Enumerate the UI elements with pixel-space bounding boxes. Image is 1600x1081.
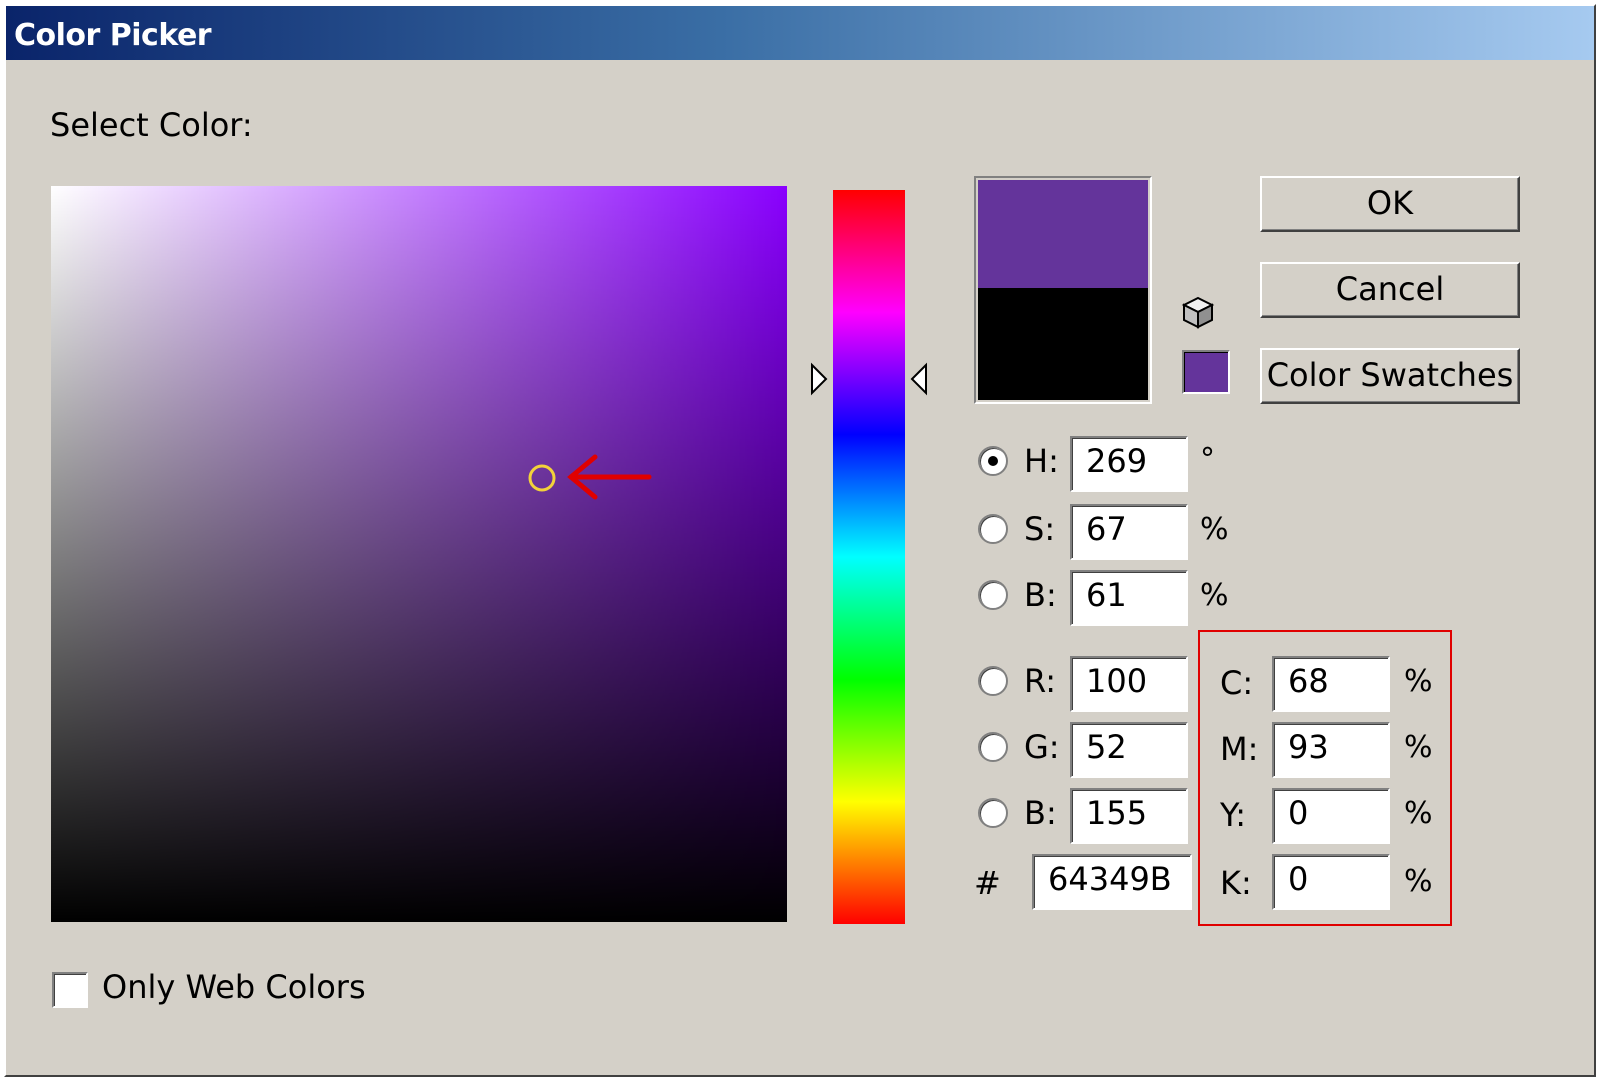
blue-input[interactable]: 155: [1070, 788, 1188, 844]
saturation-radio[interactable]: [978, 514, 1008, 544]
saturation-unit: %: [1200, 512, 1229, 547]
hue-slider[interactable]: [833, 190, 905, 924]
new-color-swatch: [978, 180, 1148, 288]
saturation-brightness-field[interactable]: [51, 186, 787, 922]
yellow-input[interactable]: 0: [1272, 788, 1390, 844]
magenta-unit: %: [1404, 730, 1433, 765]
blue-label: B:: [1024, 794, 1057, 832]
previous-color-swatch[interactable]: [978, 288, 1148, 400]
blue-radio[interactable]: [978, 798, 1008, 828]
cyan-input[interactable]: 68: [1272, 656, 1390, 712]
ok-button[interactable]: OK: [1260, 176, 1520, 232]
color-swatches-button[interactable]: Color Swatches: [1260, 348, 1520, 404]
brightness-radio[interactable]: [978, 580, 1008, 610]
hex-label: #: [974, 864, 1001, 902]
saturation-input[interactable]: 67: [1070, 504, 1188, 560]
only-web-colors-checkbox[interactable]: [52, 972, 88, 1008]
red-radio[interactable]: [978, 666, 1008, 696]
yellow-unit: %: [1404, 796, 1433, 831]
select-color-label: Select Color:: [50, 106, 253, 144]
annotation-arrow-icon: [567, 454, 652, 500]
hue-unit: °: [1200, 442, 1215, 477]
cyan-unit: %: [1404, 664, 1433, 699]
hue-radio[interactable]: [978, 446, 1008, 476]
red-input[interactable]: 100: [1070, 656, 1188, 712]
green-label: G:: [1024, 728, 1060, 766]
yellow-label: Y:: [1220, 796, 1247, 834]
hue-input[interactable]: 269: [1070, 436, 1188, 492]
out-of-gamut-cube-icon[interactable]: [1180, 296, 1216, 330]
hue-label: H:: [1024, 442, 1059, 480]
hex-input[interactable]: 64349B: [1032, 854, 1192, 910]
hue-slider-right-arrow-icon[interactable]: [909, 362, 929, 396]
brightness-label: B:: [1024, 576, 1057, 614]
black-label: K:: [1220, 864, 1252, 902]
gamut-warning-swatch[interactable]: [1182, 350, 1230, 394]
brightness-unit: %: [1200, 578, 1229, 613]
brightness-input[interactable]: 61: [1070, 570, 1188, 626]
black-input[interactable]: 0: [1272, 854, 1390, 910]
only-web-colors-label: Only Web Colors: [102, 968, 366, 1006]
hue-slider-left-arrow-icon[interactable]: [809, 362, 829, 396]
title-bar[interactable]: Color Picker: [6, 6, 1594, 60]
cyan-label: C:: [1220, 664, 1254, 702]
green-input[interactable]: 52: [1070, 722, 1188, 778]
saturation-label: S:: [1024, 510, 1056, 548]
window-title: Color Picker: [14, 18, 212, 53]
magenta-input[interactable]: 93: [1272, 722, 1390, 778]
color-picker-dialog: Color Picker Select Color: OK Cancel Col…: [4, 4, 1596, 1077]
color-selector-marker[interactable]: [528, 464, 556, 492]
black-unit: %: [1404, 864, 1433, 899]
green-radio[interactable]: [978, 732, 1008, 762]
red-label: R:: [1024, 662, 1057, 700]
cancel-button[interactable]: Cancel: [1260, 262, 1520, 318]
magenta-label: M:: [1220, 730, 1259, 768]
color-preview: [974, 176, 1152, 404]
